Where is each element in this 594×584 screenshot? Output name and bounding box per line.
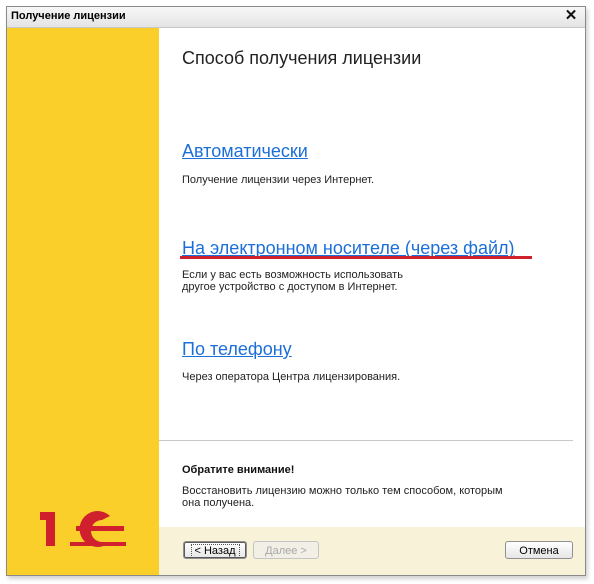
description-line: другое устройство с доступом в Интернет. bbox=[182, 281, 398, 293]
note-line: Восстановить лицензию можно только тем с… bbox=[182, 485, 503, 497]
content-panel: Способ получения лицензии Автоматически … bbox=[159, 28, 585, 575]
sidebar-banner bbox=[7, 28, 159, 575]
option-file-description: Если у вас есть возможность использовать… bbox=[182, 269, 403, 293]
option-automatic-link[interactable]: Автоматически bbox=[182, 141, 308, 162]
note-line: она получена. bbox=[182, 497, 255, 509]
note-title: Обратите внимание! bbox=[182, 464, 295, 476]
cancel-button[interactable]: Отмена bbox=[505, 541, 573, 559]
title-bar[interactable]: Получение лицензии ✕ bbox=[7, 7, 585, 28]
button-bar: < Назад Далее > Отмена bbox=[159, 527, 585, 575]
page-title: Способ получения лицензии bbox=[182, 48, 422, 68]
description-line: Если у вас есть возможность использовать bbox=[182, 269, 403, 281]
option-automatic-description: Получение лицензии через Интернет. bbox=[182, 174, 374, 186]
back-button-label: < Назад bbox=[190, 544, 240, 558]
description-line: Получение лицензии через Интернет. bbox=[182, 174, 375, 186]
next-button[interactable]: Далее > bbox=[253, 541, 319, 559]
option-phone-link[interactable]: По телефону bbox=[182, 339, 292, 360]
divider bbox=[159, 440, 573, 441]
window-title: Получение лицензии bbox=[11, 10, 126, 22]
highlight-underline bbox=[180, 256, 532, 259]
1c-logo-icon bbox=[40, 511, 126, 547]
description-line: Через оператора Центра лицензирования. bbox=[182, 371, 401, 383]
license-dialog: Получение лицензии ✕ Способ получения ли… bbox=[6, 6, 586, 576]
close-icon[interactable]: ✕ bbox=[563, 8, 579, 24]
back-button[interactable]: < Назад bbox=[183, 541, 247, 559]
option-phone-description: Через оператора Центра лицензирования. bbox=[182, 371, 400, 383]
note-text: Восстановить лицензию можно только тем с… bbox=[182, 485, 522, 509]
